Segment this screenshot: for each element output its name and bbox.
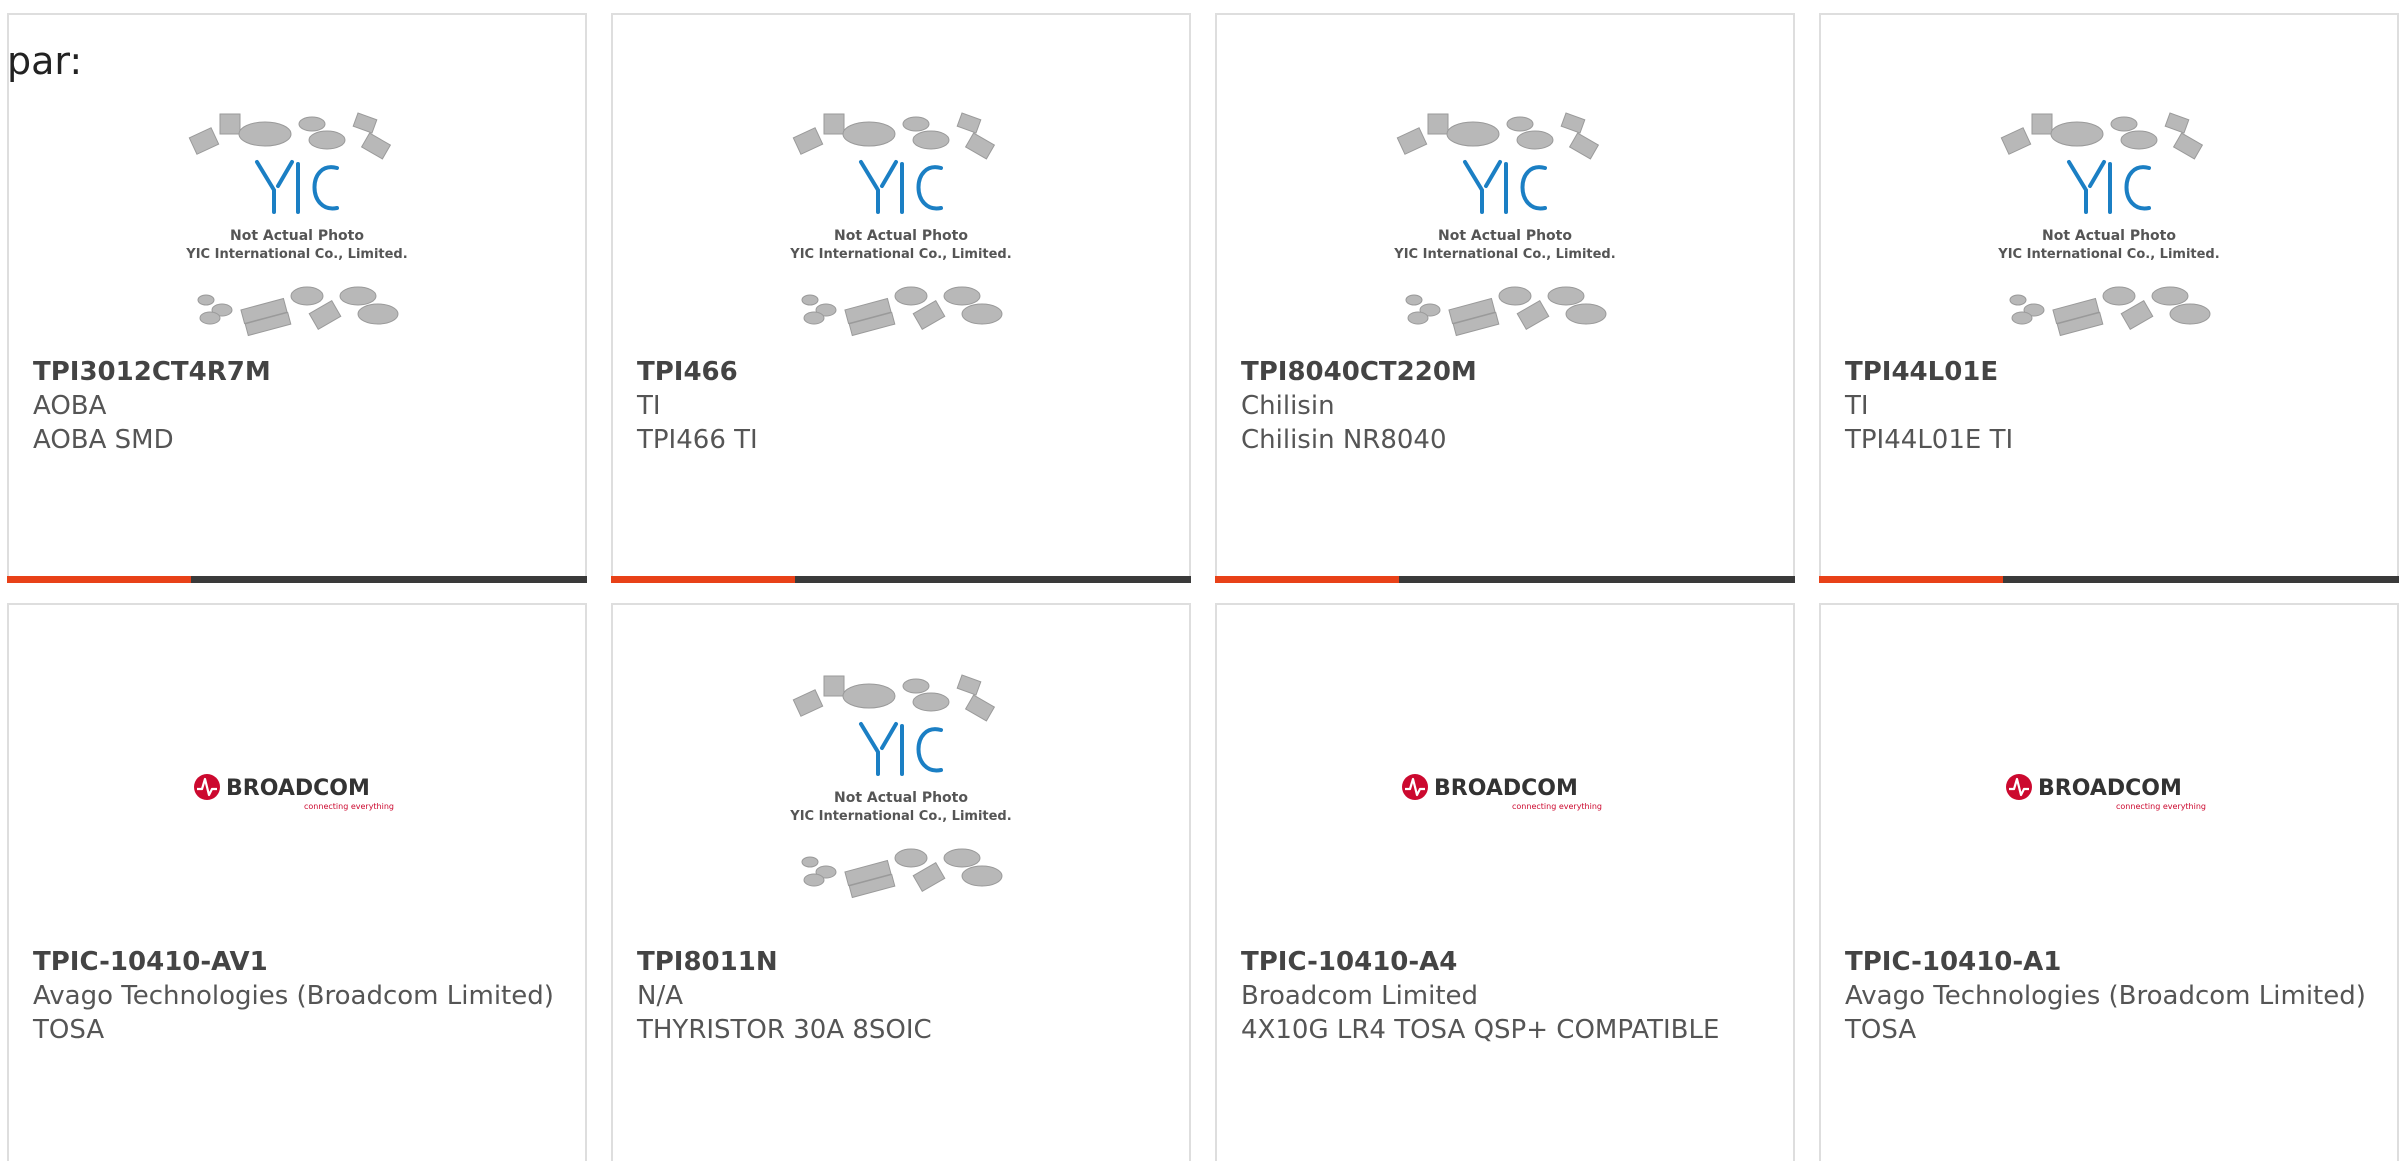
product-info: TPIC-10410-AV1 Avago Technologies (Broad… (33, 945, 561, 1047)
product-card[interactable]: Not Actual Photo YIC International Co., … (1215, 13, 1795, 583)
card-accent-bar (611, 576, 1191, 583)
product-grid: Not Actual Photo YIC International Co., … (7, 13, 2400, 1161)
manufacturer: TI (1845, 391, 1869, 421)
product-card[interactable]: BROADCOM connecting everything TPIC-1041… (7, 603, 587, 1161)
part-number-link[interactable]: TPIC-10410-AV1 (33, 945, 561, 979)
product-card[interactable]: Not Actual Photo YIC International Co., … (1819, 13, 2399, 583)
svg-text:connecting everything: connecting everything (1512, 802, 1602, 811)
placeholder-chip-image: Not Actual Photo YIC International Co., … (789, 674, 1012, 899)
svg-text:YIC International Co., Limited: YIC International Co., Limited. (1997, 247, 2219, 262)
broadcom-logo: BROADCOM connecting everything (194, 774, 394, 811)
placeholder-chip-image: Not Actual Photo YIC International Co., … (789, 112, 1012, 337)
product-info: TPI8011N N/A THYRISTOR 30A 8SOIC (637, 945, 1165, 1047)
product-info: TPI3012CT4R7M AOBA AOBA SMD (33, 355, 561, 457)
svg-text:BROADCOM: BROADCOM (1434, 776, 1578, 801)
part-number-link[interactable]: TPI44L01E (1845, 355, 2373, 389)
product-card[interactable]: BROADCOM connecting everything TPIC-1041… (1819, 603, 2399, 1161)
product-info: TPI44L01E TI TPI44L01E TI (1845, 355, 2373, 457)
manufacturer: Avago Technologies (Broadcom Limited) (33, 981, 554, 1011)
product-info: TPIC-10410-A4 Broadcom Limited 4X10G LR4… (1241, 945, 1769, 1047)
manufacturer: AOBA (33, 391, 107, 421)
product-card[interactable]: BROADCOM connecting everything TPIC-1041… (1215, 603, 1795, 1161)
product-image: Not Actual Photo YIC International Co., … (1217, 95, 1793, 365)
broadcom-logo: BROADCOM connecting everything (2006, 774, 2206, 811)
svg-text:connecting everything: connecting everything (2116, 802, 2206, 811)
card-accent-bar (1215, 576, 1795, 583)
svg-text:BROADCOM: BROADCOM (226, 776, 370, 801)
product-card[interactable]: Not Actual Photo YIC International Co., … (611, 13, 1191, 583)
svg-text:Not Actual Photo: Not Actual Photo (1438, 228, 1572, 244)
product-image: BROADCOM connecting everything (9, 657, 585, 927)
svg-text:YIC International Co., Limited: YIC International Co., Limited. (1393, 247, 1615, 262)
manufacturer: Avago Technologies (Broadcom Limited) (1845, 981, 2366, 1011)
product-image: Not Actual Photo YIC International Co., … (613, 657, 1189, 927)
card-accent-bar (1819, 576, 2399, 583)
product-image: BROADCOM connecting everything (1217, 657, 1793, 927)
product-listing-page: Not Actual Photo YIC International Co., … (0, 0, 2400, 1161)
description: 4X10G LR4 TOSA QSP+ COMPATIBLE (1241, 1015, 1720, 1045)
placeholder-chip-image: Not Actual Photo YIC International Co., … (185, 112, 408, 337)
description: TPI44L01E TI (1845, 425, 2014, 455)
description: TOSA (33, 1015, 105, 1045)
product-image: Not Actual Photo YIC International Co., … (1821, 95, 2397, 365)
svg-text:Not Actual Photo: Not Actual Photo (834, 790, 968, 806)
part-number-link[interactable]: TPIC-10410-A4 (1241, 945, 1769, 979)
product-card[interactable]: Not Actual Photo YIC International Co., … (7, 13, 587, 583)
part-number-link[interactable]: TPI466 (637, 355, 1165, 389)
svg-text:YIC International Co., Limited: YIC International Co., Limited. (185, 247, 407, 262)
svg-text:YIC International Co., Limited: YIC International Co., Limited. (789, 809, 1011, 824)
manufacturer: Chilisin (1241, 391, 1335, 421)
description: THYRISTOR 30A 8SOIC (637, 1015, 932, 1045)
product-image: Not Actual Photo YIC International Co., … (613, 95, 1189, 365)
manufacturer: N/A (637, 981, 683, 1011)
svg-text:BROADCOM: BROADCOM (2038, 776, 2182, 801)
description: TPI466 TI (637, 425, 758, 455)
product-card[interactable]: Not Actual Photo YIC International Co., … (611, 603, 1191, 1161)
product-image: BROADCOM connecting everything (1821, 657, 2397, 927)
part-number-link[interactable]: TPI3012CT4R7M (33, 355, 561, 389)
part-number-link[interactable]: TPIC-10410-A1 (1845, 945, 2373, 979)
svg-text:Not Actual Photo: Not Actual Photo (834, 228, 968, 244)
card-accent-bar (7, 576, 587, 583)
search-prefix-label: par: (7, 39, 83, 83)
description: TOSA (1845, 1015, 1917, 1045)
manufacturer: Broadcom Limited (1241, 981, 1479, 1011)
description: Chilisin NR8040 (1241, 425, 1447, 455)
placeholder-chip-image: Not Actual Photo YIC International Co., … (1997, 112, 2220, 337)
product-image: Not Actual Photo YIC International Co., … (9, 95, 585, 365)
svg-text:connecting everything: connecting everything (304, 802, 394, 811)
svg-text:Not Actual Photo: Not Actual Photo (230, 228, 364, 244)
part-number-link[interactable]: TPI8011N (637, 945, 1165, 979)
svg-text:Not Actual Photo: Not Actual Photo (2042, 228, 2176, 244)
svg-text:YIC International Co., Limited: YIC International Co., Limited. (789, 247, 1011, 262)
product-info: TPIC-10410-A1 Avago Technologies (Broadc… (1845, 945, 2373, 1047)
description: AOBA SMD (33, 425, 174, 455)
manufacturer: TI (637, 391, 661, 421)
part-number-link[interactable]: TPI8040CT220M (1241, 355, 1769, 389)
product-info: TPI466 TI TPI466 TI (637, 355, 1165, 457)
broadcom-logo: BROADCOM connecting everything (1402, 774, 1602, 811)
product-info: TPI8040CT220M Chilisin Chilisin NR8040 (1241, 355, 1769, 457)
placeholder-chip-image: Not Actual Photo YIC International Co., … (1393, 112, 1616, 337)
